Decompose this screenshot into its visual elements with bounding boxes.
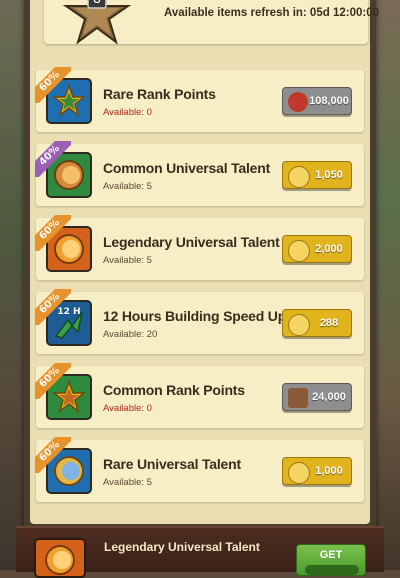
list-item: 12 H 60% 12 Hours Building Speed Up Avai… (35, 289, 364, 354)
bottom-item-title: Legendary Universal Talent (104, 540, 260, 554)
buy-button[interactable]: 288 (282, 309, 352, 337)
price-value: 108,000 (309, 95, 349, 107)
buy-button[interactable]: 108,000 (282, 87, 352, 115)
item-title: Common Rank Points (103, 382, 245, 398)
list-item: 40% Common Universal Talent Available: 5… (35, 141, 364, 206)
price-value: 288 (319, 317, 339, 329)
item-availability: Available: 5 (103, 255, 152, 266)
item-title: Rare Rank Points (103, 86, 216, 102)
price-value: 1,000 (315, 465, 343, 477)
refresh-timer-text: Available items refresh in: 05d 12:00:00 (164, 7, 379, 19)
list-item: 60% Common Rank Points Available: 0 24,0… (35, 363, 364, 428)
price-value: 24,000 (312, 391, 346, 403)
buy-button[interactable]: 2,000 (282, 235, 352, 263)
item-title: 12 Hours Building Speed Up (103, 308, 287, 324)
rank-number: 8 (93, 0, 101, 7)
discount-ribbon: 60% (35, 363, 71, 399)
talent-orb-icon (34, 538, 86, 578)
resource-icon (288, 92, 308, 112)
discount-ribbon: 40% (35, 141, 71, 177)
list-item: 60% Legendary Universal Talent Available… (35, 215, 364, 280)
gold-coin-icon (288, 462, 310, 484)
list-item: 60% Rare Universal Talent Available: 5 1… (35, 437, 364, 502)
buy-button[interactable]: 1,000 (282, 457, 352, 485)
background-left (0, 0, 26, 570)
discount-ribbon: 60% (35, 67, 71, 103)
bottom-bar: Legendary Universal Talent GET (16, 526, 384, 578)
item-title: Rare Universal Talent (103, 456, 241, 472)
item-availability: Available: 0 (103, 107, 152, 118)
get-label: GET (319, 549, 343, 561)
item-availability: Available: 5 (103, 477, 152, 488)
gold-coin-icon (288, 314, 310, 336)
discount-ribbon: 60% (35, 289, 71, 325)
get-button[interactable]: GET (296, 544, 366, 576)
background-right (374, 0, 400, 570)
item-availability: Available: 20 (103, 329, 158, 340)
list-item: 60% Rare Rank Points Available: 0 108,00… (35, 67, 364, 132)
item-title: Common Universal Talent (103, 160, 271, 176)
buy-button[interactable]: 24,000 (282, 383, 352, 411)
discount-ribbon: 60% (35, 215, 71, 251)
item-availability: Available: 0 (103, 403, 152, 414)
item-availability: Available: 5 (103, 181, 152, 192)
get-price-pill (305, 565, 359, 575)
gold-coin-icon (288, 166, 310, 188)
discount-ribbon: 60% (35, 437, 71, 473)
gold-coin-icon (288, 240, 310, 262)
resource-icon (288, 388, 308, 408)
rank-badge-icon: 8 (60, 0, 134, 46)
item-title: Legendary Universal Talent (103, 234, 280, 250)
price-value: 1,050 (315, 169, 343, 181)
buy-button[interactable]: 1,050 (282, 161, 352, 189)
price-value: 2,000 (315, 243, 343, 255)
